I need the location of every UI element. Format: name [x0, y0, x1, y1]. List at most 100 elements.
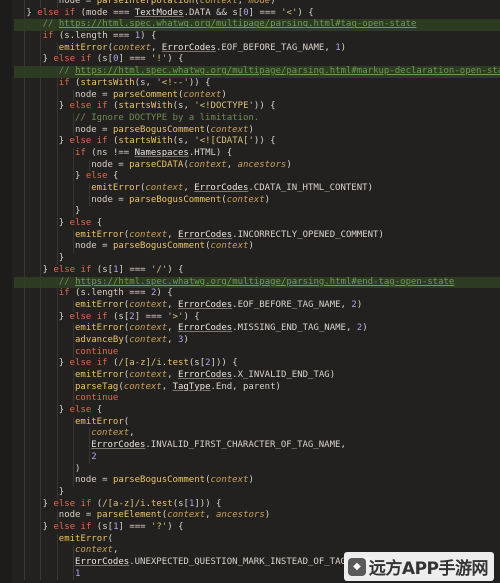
code-token: ])) { [194, 498, 222, 509]
code-line[interactable]: context, [14, 428, 500, 441]
code-line[interactable]: } else if (/[a-z]/i.test(s[1])) { [14, 498, 500, 511]
code-line[interactable]: node = parseCDATA(context, ancestors) [14, 159, 500, 172]
code-token: ( [107, 136, 119, 147]
code-token: node [58, 0, 81, 6]
indent-guide [24, 194, 26, 207]
code-line[interactable]: } else if (mode === TextModes.DATA && s[… [14, 7, 500, 20]
code-line[interactable]: ) [14, 463, 500, 476]
code-line[interactable]: } [14, 206, 500, 219]
code-token: ) { [297, 7, 314, 18]
code-token: '<![CDATA[' [194, 136, 254, 147]
code-token: , [167, 229, 178, 240]
indent-guide [24, 510, 26, 522]
code-line[interactable]: // https://html.spec.whatwg.org/multipag… [14, 19, 500, 32]
code-token: context [226, 194, 265, 205]
code-line[interactable]: if (s.length === 2) { [14, 288, 500, 300]
code-token: ErrorCodes [177, 323, 233, 334]
indent-guide [40, 323, 42, 335]
code-token: context [210, 124, 249, 135]
indent-guide [56, 311, 58, 324]
code-line[interactable]: if (ns !== Namespaces.HTML) { [14, 147, 500, 160]
code-line[interactable]: node = parseBogusComment(context) [14, 241, 500, 254]
code-line[interactable]: if (s.length === 1) { [14, 31, 500, 43]
code-line[interactable]: node = parseElement(context, ancestors) [14, 510, 500, 522]
code-token: ) [75, 463, 81, 474]
indent-guide [56, 416, 58, 429]
code-line[interactable]: advanceBy(context, 3) [14, 334, 500, 347]
code-line[interactable]: } [14, 486, 500, 499]
code-token: .INCORRECTLY_OPENED_COMMENT) [232, 229, 384, 240]
indent-guide [24, 171, 26, 183]
indent-guide [40, 253, 42, 265]
code-token: https://html.spec.whatwg.org/multipage/p… [75, 276, 455, 287]
code-line[interactable]: node = parseBogusComment(context) [14, 124, 500, 137]
code-area[interactable]: node = parseInterpolation(context, mode)… [14, 0, 500, 581]
code-line[interactable]: continue [14, 393, 500, 406]
code-line[interactable]: emitError(context, ErrorCodes.CDATA_IN_H… [14, 183, 500, 195]
code-line[interactable]: emitError(context, ErrorCodes.X_INVALID_… [14, 370, 500, 382]
code-token: ) { [167, 264, 184, 275]
code-token: '>' [167, 311, 184, 322]
code-token: length [75, 31, 108, 42]
code-token: ) { [140, 31, 157, 42]
code-line[interactable]: node = parseComment(context) [14, 89, 500, 102]
code-line[interactable]: } else if (startsWith(s, '<![CDATA[')) { [14, 136, 500, 148]
code-token: ) { [156, 288, 173, 299]
code-line[interactable]: 2 [14, 451, 500, 464]
code-line[interactable]: } else if (s[2] === '>') { [14, 311, 500, 324]
code-token: ( [69, 77, 81, 88]
code-line[interactable]: node = parseBogusComment(context) [14, 475, 500, 487]
code-token: TextModes [134, 7, 184, 18]
indent-guide [24, 136, 26, 148]
code-token: , [167, 323, 178, 334]
code-token: ErrorCodes [75, 557, 130, 567]
code-token: context [145, 183, 184, 193]
indent-guide [40, 486, 42, 499]
code-token: ErrorCodes [177, 299, 233, 310]
indent-guide [24, 241, 26, 254]
code-line[interactable]: node = parseInterpolation(context, mode) [14, 0, 500, 8]
code-line[interactable]: } else if (/[a-z]/i.test(s[2])) { [14, 358, 500, 370]
indent-guide [24, 521, 26, 534]
code-line[interactable]: emitError(context, ErrorCodes.EOF_BEFORE… [14, 299, 500, 312]
indent-guide [72, 346, 74, 359]
code-line[interactable]: emitError(context, ErrorCodes.MISSING_EN… [14, 323, 500, 335]
code-editor[interactable]: node = parseInterpolation(context, mode)… [0, 0, 500, 583]
code-line[interactable]: emitError(context, ErrorCodes.INCORRECTL… [14, 229, 500, 242]
code-line[interactable]: emitError( [14, 416, 500, 429]
code-token: } [58, 486, 65, 497]
code-line[interactable]: } [14, 253, 500, 265]
indent-guide [40, 405, 42, 417]
indent-guide [40, 0, 42, 8]
indent-guide [40, 393, 42, 406]
code-line[interactable]: // https://html.spec.whatwg.org/multipag… [14, 276, 500, 289]
code-line[interactable]: emitError( [14, 533, 500, 546]
code-token: === [107, 31, 135, 42]
code-line[interactable]: emitError(context, ErrorCodes.EOF_BEFORE… [14, 42, 500, 55]
code-token: , [226, 159, 238, 170]
code-line[interactable]: // Ignore DOCTYPE by a limitation. [14, 112, 500, 125]
code-line[interactable]: parseTag(context, TagType.End, parent) [14, 381, 500, 394]
indent-guide [56, 381, 58, 394]
code-line[interactable]: } else if (startsWith(s, '<!DOCTYPE')) { [14, 101, 500, 113]
indent-guide [40, 101, 42, 113]
code-line[interactable]: continue [14, 346, 500, 359]
code-line[interactable]: } else if (s[0] === '!') { [14, 54, 500, 67]
code-token: = [96, 241, 113, 252]
code-line[interactable]: } else { [14, 171, 500, 183]
indent-guide [72, 159, 74, 172]
code-token: advanceBy [75, 334, 124, 345]
indent-guide [89, 440, 90, 452]
code-token: https://html.spec.whatwg.org/multipage/p… [75, 66, 500, 77]
code-line[interactable]: } else if (s[1] === '/') { [14, 264, 500, 277]
code-token: ( [91, 498, 103, 509]
code-line[interactable]: // https://html.spec.whatwg.org/multipag… [14, 66, 500, 78]
code-token: } [58, 405, 70, 416]
code-line[interactable]: } else { [14, 218, 500, 230]
code-token: startsWith [118, 101, 173, 112]
code-line[interactable]: if (startsWith(s, '<!--')) { [14, 77, 500, 90]
code-line[interactable]: ErrorCodes.INVALID_FIRST_CHARACTER_OF_TA… [14, 440, 500, 452]
code-line[interactable]: } else { [14, 405, 500, 417]
code-line[interactable]: } else if (s[1] === '?') { [14, 521, 500, 534]
code-line[interactable]: node = parseBogusComment(context) [14, 194, 500, 207]
